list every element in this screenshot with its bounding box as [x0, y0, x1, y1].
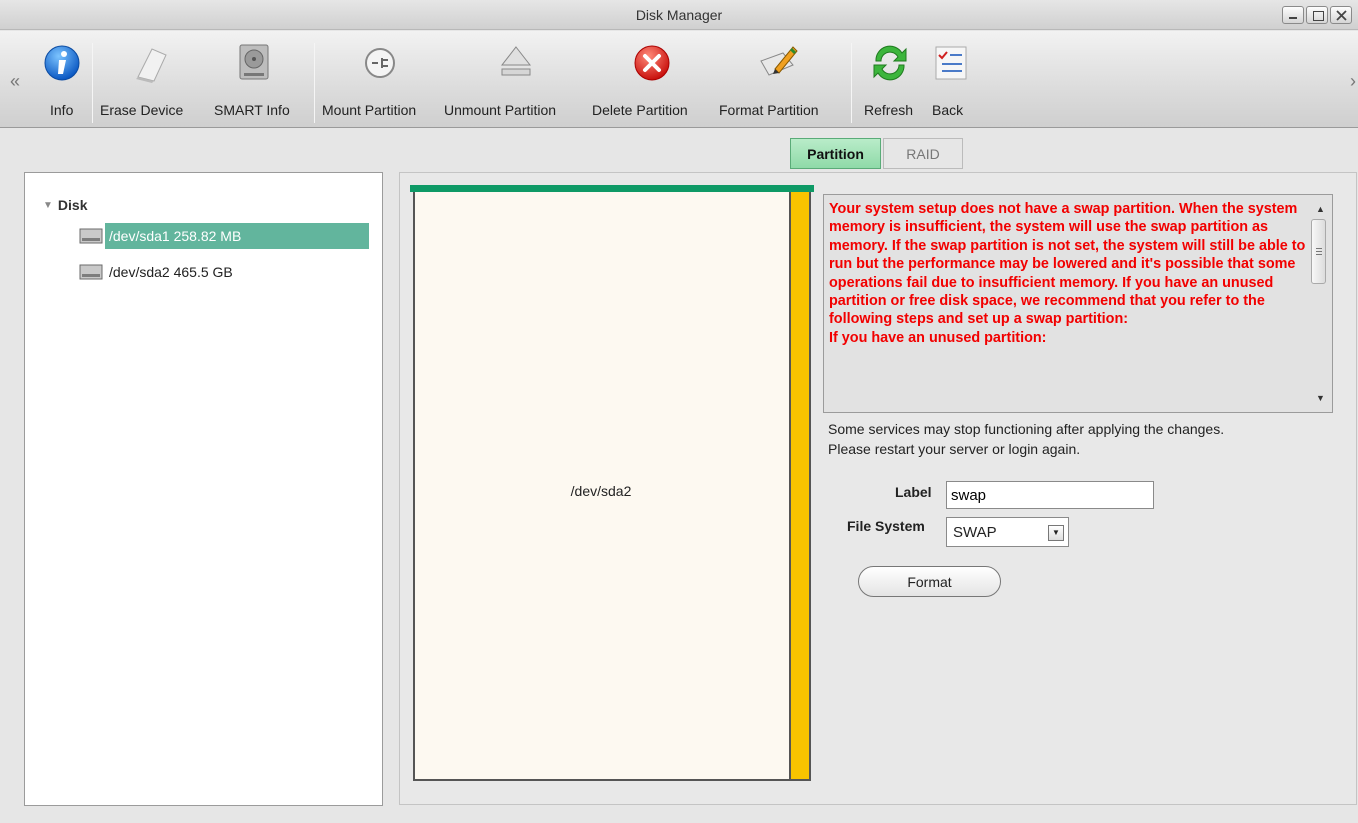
label-caption: Label: [895, 484, 932, 500]
tree-item-label: /dev/sda1 258.82 MB: [105, 223, 369, 249]
file-system-value: SWAP: [953, 524, 997, 541]
scroll-right-arrow[interactable]: ›: [1350, 71, 1356, 92]
erase-device-button[interactable]: Erase Device: [100, 31, 210, 128]
scroll-left-arrow[interactable]: «: [10, 71, 20, 92]
warning-scrollbar[interactable]: ▲ ▼: [1308, 195, 1332, 412]
restart-notice: Some services may stop functioning after…: [828, 419, 1224, 459]
close-button[interactable]: [1330, 6, 1352, 24]
refresh-button[interactable]: Refresh: [860, 31, 926, 128]
erase-device-label: Erase Device: [100, 102, 184, 118]
tree-item-sda2[interactable]: /dev/sda2 465.5 GB: [79, 259, 237, 285]
file-system-select[interactable]: SWAP ▼: [946, 517, 1069, 547]
back-button[interactable]: Back: [926, 31, 986, 128]
refresh-label: Refresh: [864, 102, 914, 118]
format-button[interactable]: Format: [858, 566, 1001, 597]
title-bar: Disk Manager: [0, 0, 1358, 30]
label-input[interactable]: [946, 481, 1154, 509]
toolbar-separator: [314, 43, 315, 123]
mount-partition-label: Mount Partition: [322, 102, 417, 118]
delete-partition-label: Delete Partition: [592, 102, 688, 118]
swap-warning-paragraph: Your system setup does not have a swap p…: [829, 201, 1306, 328]
close-icon: [1336, 10, 1347, 21]
partition-map: /dev/sda2: [410, 185, 814, 782]
hard-drive-icon: [79, 264, 103, 280]
notice-line-2: Please restart your server or login agai…: [828, 441, 1081, 457]
window-title: Disk Manager: [635, 7, 723, 23]
expand-triangle-icon[interactable]: ▼: [43, 200, 53, 211]
scroll-up-arrow[interactable]: ▲: [1316, 204, 1325, 214]
unmount-partition-button[interactable]: Unmount Partition: [444, 31, 590, 128]
maximize-button[interactable]: [1306, 6, 1328, 24]
info-label: Info: [50, 102, 74, 118]
swap-warning-subheading: If you have an unused partition:: [829, 329, 1047, 346]
format-partition-button[interactable]: Format Partition: [719, 31, 843, 128]
format-pencil-icon: [760, 46, 798, 76]
file-system-caption: File System: [847, 518, 925, 534]
scrollbar-thumb[interactable]: [1311, 219, 1326, 284]
eject-icon: [500, 46, 532, 76]
tab-raid[interactable]: RAID: [883, 138, 963, 169]
partition-used-segment: [789, 192, 811, 781]
toolbar: « Info Erase Device SMART Info Mount Par…: [0, 31, 1358, 128]
info-icon: [44, 45, 80, 81]
hard-drive-icon: [79, 228, 103, 244]
format-partition-label: Format Partition: [719, 102, 819, 118]
unmount-partition-label: Unmount Partition: [444, 102, 557, 118]
back-label: Back: [932, 102, 964, 118]
smart-info-label: SMART Info: [214, 102, 290, 118]
window-controls: [1282, 6, 1352, 24]
toolbar-separator: [92, 43, 93, 123]
minimize-button[interactable]: [1282, 6, 1304, 24]
delete-icon: [634, 45, 670, 81]
tree-item-label: /dev/sda2 465.5 GB: [109, 264, 233, 280]
tree-item-sda1[interactable]: /dev/sda1 258.82 MB: [79, 223, 369, 249]
partition-map-bar: [410, 185, 814, 192]
swap-warning-box: Your system setup does not have a swap p…: [823, 194, 1333, 413]
checklist-icon: [935, 46, 967, 80]
delete-partition-button[interactable]: Delete Partition: [592, 31, 718, 128]
dropdown-arrow-icon[interactable]: ▼: [1048, 525, 1064, 541]
tree-root-disk[interactable]: ▼ Disk: [43, 197, 87, 213]
tree-root-label: Disk: [57, 197, 88, 213]
notice-line-1: Some services may stop functioning after…: [828, 421, 1225, 437]
info-button[interactable]: Info: [40, 31, 90, 128]
disk-tree: ▼ Disk /dev/sda1 258.82 MB /dev/sda2 465…: [24, 172, 383, 806]
toolbar-separator: [851, 43, 852, 123]
eraser-icon: [136, 48, 167, 83]
hard-disk-icon: [239, 44, 269, 80]
smart-info-button[interactable]: SMART Info: [210, 31, 310, 128]
mount-partition-button[interactable]: Mount Partition: [322, 31, 444, 128]
swap-warning-text: Your system setup does not have a swap p…: [829, 200, 1307, 347]
refresh-icon: [873, 45, 907, 81]
tab-partition[interactable]: Partition: [790, 138, 881, 169]
partition-name: /dev/sda2: [570, 483, 632, 499]
plug-icon: [365, 48, 395, 78]
scroll-down-arrow[interactable]: ▼: [1316, 393, 1325, 403]
